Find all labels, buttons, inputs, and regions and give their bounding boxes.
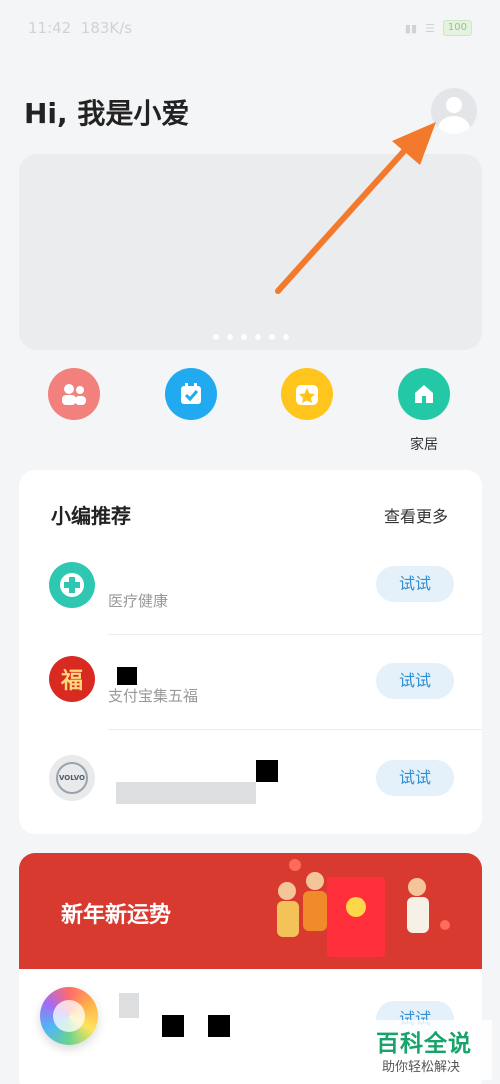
recommend-card: 小编推荐 查看更多 医疗健康 试试 福 支付宝集五福 试试 VOLVO 试试	[19, 470, 482, 834]
try-button[interactable]: 试试	[376, 760, 454, 796]
quick-action-2[interactable]	[161, 368, 221, 448]
xiaoai-floating-button[interactable]	[40, 987, 98, 1045]
battery-icon: 100	[442, 20, 472, 36]
page-title: Hi, 我是小爱	[24, 97, 190, 130]
home-icon	[398, 368, 450, 420]
new-year-banner: 新年新运势	[19, 853, 482, 969]
quick-action-home[interactable]: 家居	[394, 368, 454, 453]
calendar-check-icon	[165, 368, 217, 420]
item-subtitle: 支付宝集五福	[108, 687, 199, 705]
list-item[interactable]: 福 支付宝集五福 试试	[19, 635, 482, 730]
redaction-mask	[117, 667, 137, 685]
redaction-mask	[208, 1015, 230, 1037]
star-icon	[281, 368, 333, 420]
watermark-brand: 百科全说	[376, 1031, 472, 1057]
watermark-slogan: 助你轻松解决	[382, 1060, 461, 1075]
watermark: 百科全说 助你轻松解决	[362, 1020, 492, 1080]
status-bar: 11:42 183K/s ▮▮ ☰ 100	[0, 0, 500, 56]
item-subtitle: 医疗健康	[108, 592, 169, 610]
volvo-icon: VOLVO	[49, 755, 95, 801]
new-year-illustration-icon	[277, 859, 450, 957]
fu-icon: 福	[49, 656, 95, 702]
quick-action-label	[161, 426, 221, 444]
see-more-link[interactable]: 查看更多	[384, 503, 448, 527]
family-icon	[48, 368, 100, 420]
redaction-mask	[162, 1015, 184, 1037]
quick-action-label: 家居	[410, 437, 438, 453]
list-item[interactable]: 医疗健康 试试	[19, 540, 482, 635]
health-cross-icon	[49, 562, 95, 608]
redaction-mask	[116, 782, 256, 804]
carousel-indicator	[19, 334, 482, 340]
redaction-mask	[119, 993, 139, 1018]
status-icons: ▮▮ ☰ 100	[405, 20, 472, 36]
status-time: 11:42 183K/s	[28, 19, 133, 37]
list-item[interactable]: VOLVO 试试	[19, 730, 482, 825]
quick-action-3[interactable]	[277, 368, 337, 448]
quick-action-label	[277, 426, 337, 444]
signal-icon: ▮▮	[404, 21, 418, 35]
redaction-mask	[256, 760, 278, 782]
quick-action-label	[44, 426, 104, 444]
new-year-title: 新年新运势	[61, 903, 172, 928]
try-button[interactable]: 试试	[376, 566, 454, 602]
quick-action-1[interactable]	[44, 368, 104, 448]
try-button[interactable]: 试试	[376, 663, 454, 699]
avatar[interactable]	[431, 88, 477, 134]
wifi-icon: ☰	[425, 21, 435, 35]
recommend-title: 小编推荐	[51, 504, 131, 528]
banner-carousel[interactable]	[19, 154, 482, 350]
